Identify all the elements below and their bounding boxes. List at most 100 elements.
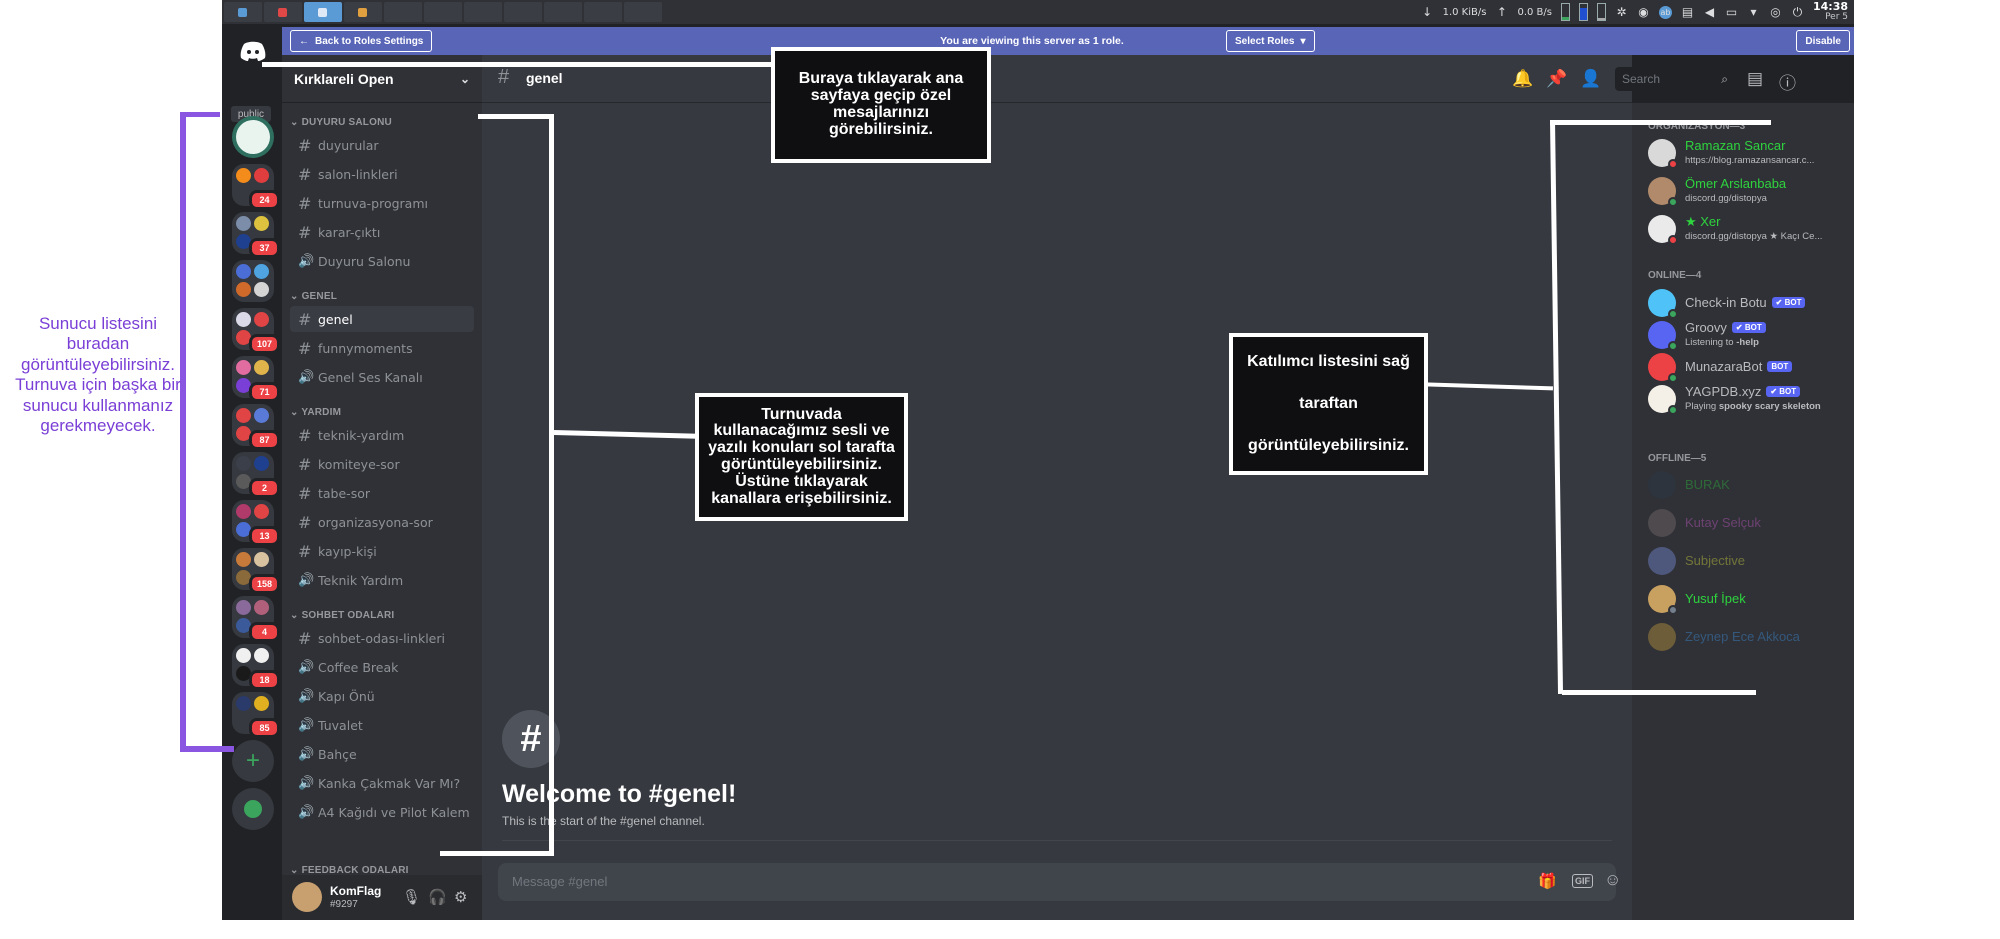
chevron-down-icon: ⌄ [290,610,302,621]
member-item[interactable]: ★ Xer discord.gg/distopya ★ Kaçı Ce... [1640,209,1850,249]
channel-genel[interactable]: # genel [290,306,474,332]
server-folder-5[interactable]: 71 [232,356,280,402]
message-composer[interactable]: Message #genel 🎁 GIF ☺ [498,863,1621,901]
channel-karar-cikti[interactable]: # karar-çıktı [290,219,474,245]
category-duyuru-salonu[interactable]: ⌄ DUYURU SALONU [290,117,392,128]
category-genel[interactable]: ⌄ GENEL [290,291,337,302]
pin-icon[interactable]: 📌 [1546,69,1567,89]
channel-organizasyona-sor[interactable]: # organizasyona-sor [290,509,474,535]
server-folder-1[interactable]: 24 [232,164,280,210]
gear-icon[interactable]: ⚙ [454,888,467,906]
select-roles-label: Select Roles [1235,35,1295,47]
search-input[interactable]: Search ⌕ [1615,67,1735,91]
server-folder-9[interactable]: 158 [232,548,280,594]
taskbar-app-6[interactable] [424,2,462,22]
microphone-icon[interactable]: 🎙 [402,888,421,906]
mention-badge: 85 [249,718,280,738]
voice-channel-teknik-yardim[interactable]: 🔊 Teknik Yardım [290,567,474,593]
power-icon[interactable]: ⏻ [1791,5,1804,19]
voice-channel-duyuru-salonu[interactable]: 🔊 Duyuru Salonu [290,248,474,274]
channel-komiteye-sor[interactable]: # komiteye-sor [290,451,474,477]
server-folder-7[interactable]: 2 [232,452,280,498]
member-list-icon[interactable]: 👤 [1580,69,1601,89]
help-icon[interactable]: ⓘ [1779,69,1796,94]
avatar [1648,547,1676,575]
taskbar-app-11[interactable] [624,2,662,22]
voice-channel-genel-ses[interactable]: 🔊 Genel Ses Kanalı [290,364,474,390]
category-label: YARDIM [301,407,342,418]
server-folder-11[interactable]: 18 [232,644,280,690]
annotation-server-list: Sunucu listesini buradan görüntüleyebili… [15,314,181,435]
server-folder-8[interactable]: 13 [232,500,280,546]
avatar[interactable] [292,882,322,912]
channel-title: genel [526,70,563,86]
server-folder-4[interactable]: 107 [232,308,280,354]
server-folder-6[interactable]: 87 [232,404,280,450]
server-folder-10[interactable]: 4 [232,596,280,642]
clock[interactable]: 14:38 Per 5 [1813,1,1848,23]
member-item[interactable]: Ömer Arslanbaba discord.gg/distopya [1640,171,1850,211]
member-item[interactable]: Yusuf İpek [1640,579,1850,619]
channel-sohbet-odasi-linkleri[interactable]: # sohbet-odası-linkleri [290,625,474,651]
taskbar-app-5[interactable] [384,2,422,22]
member-item[interactable]: Subjective [1640,541,1850,581]
server-folder-3[interactable] [232,260,274,302]
hash-icon: # [298,628,312,648]
channel-turnuva-programi[interactable]: # turnuva-programı [290,190,474,216]
clipboard-icon[interactable]: ▤ [1681,5,1694,19]
taskbar-app-4[interactable] [344,2,382,22]
taskbar-app-7[interactable] [464,2,502,22]
account-tray-icon[interactable]: ab [1658,5,1672,19]
emoji-icon[interactable]: ☺ [1604,870,1621,890]
add-server-button[interactable]: + [232,740,274,782]
voice-channel-bahce[interactable]: 🔊 Bahçe [290,741,474,767]
member-item[interactable]: Kutay Selçuk [1640,503,1850,543]
server-folder-2[interactable]: 37 [232,212,280,258]
channel-teknik-yardim[interactable]: # teknik-yardım [290,422,474,448]
taskbar-app-2[interactable] [264,2,302,22]
member-item[interactable]: Ramazan Sancar https://blog.ramazansanca… [1640,133,1850,173]
back-to-roles-button[interactable]: ← Back to Roles Settings [290,30,433,52]
headphones-icon[interactable]: 🎧 [428,888,447,906]
member-item[interactable]: YAGPDB.xyz ✔ BOT Playing spooky scary ske… [1640,379,1850,419]
channel-tabe-sor[interactable]: # tabe-sor [290,480,474,506]
select-roles-button[interactable]: Select Roles ▾ [1226,30,1315,52]
server-folder-12[interactable]: 85 [232,692,280,738]
channel-salon-linkleri[interactable]: # salon-linkleri [290,161,474,187]
channel-funnymoments[interactable]: # funnymoments [290,335,474,361]
volume-icon[interactable]: ◀ [1703,5,1716,19]
taskbar-app-9[interactable] [544,2,582,22]
voice-channel-kapi-onu[interactable]: 🔊 Kapı Önü [290,683,474,709]
voice-channel-coffee-break[interactable]: 🔊 Coffee Break [290,654,474,680]
taskbar-app-10[interactable] [584,2,622,22]
server-kirklareli-open[interactable] [232,116,274,158]
channel-label: Bahçe [318,746,357,762]
notifications-tray-icon[interactable]: ◎ [1769,5,1782,19]
display-icon[interactable]: ▭ [1725,5,1738,19]
voice-channel-kanka[interactable]: 🔊 Kanka Çakmak Var Mı? [290,770,474,796]
category-label: SOHBET ODALARI [301,610,395,621]
bell-icon[interactable]: 🔔 [1512,69,1533,89]
voice-channel-a4-kagidi[interactable]: 🔊 A4 Kağıdı ve Pilot Kalem [290,799,474,825]
member-item[interactable]: BURAK [1640,465,1850,505]
discord-tray-icon[interactable]: ◉ [1637,5,1650,19]
inbox-icon[interactable]: ▤ [1747,69,1763,89]
explore-servers-button[interactable] [232,788,274,830]
bug-icon[interactable]: ✲ [1615,5,1628,19]
gift-icon[interactable]: 🎁 [1538,872,1557,890]
member-item[interactable]: Zeynep Ece Akkoca [1640,617,1850,657]
taskbar-app-8[interactable] [504,2,542,22]
tray-expand-icon[interactable]: ▾ [1747,5,1760,19]
category-yardim[interactable]: ⌄ YARDIM [290,407,341,418]
taskbar-app-3[interactable] [304,2,342,22]
speaker-icon: 🔊 [298,775,315,791]
category-sohbet-odalari[interactable]: ⌄ SOHBET ODALARI [290,610,394,621]
disable-button[interactable]: Disable [1796,30,1850,52]
avatar [1648,471,1676,499]
taskbar-app-1[interactable] [224,2,262,22]
channel-kayip-kisi[interactable]: # kayıp-kişi [290,538,474,564]
gif-button[interactable]: GIF [1572,874,1593,888]
voice-channel-tuvalet[interactable]: 🔊 Tuvalet [290,712,474,738]
channel-duyurular[interactable]: # duyurular [290,132,474,158]
message-input[interactable]: Message #genel [512,874,607,889]
